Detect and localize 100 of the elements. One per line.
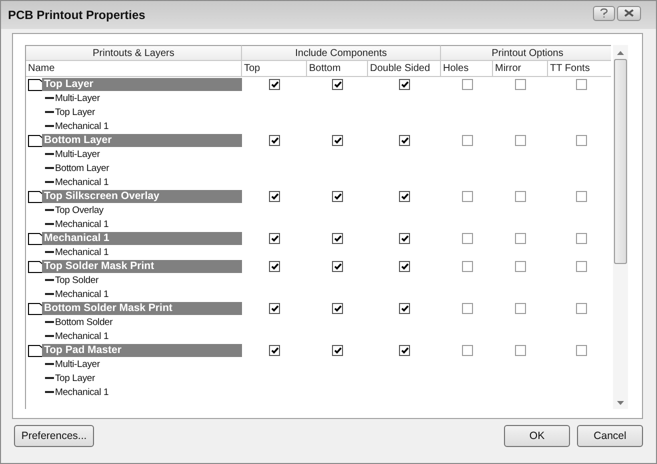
checkbox[interactable] (399, 190, 410, 202)
page-icon (28, 260, 43, 272)
page-icon (28, 302, 43, 314)
checkbox[interactable] (332, 260, 343, 272)
column-header[interactable]: TT Fonts (548, 61, 612, 77)
checkbox[interactable] (462, 260, 472, 272)
dash-icon (45, 321, 54, 323)
checkbox[interactable] (399, 232, 410, 244)
dash-icon (45, 251, 54, 253)
page-icon (28, 344, 43, 356)
checkbox[interactable] (332, 344, 343, 356)
layer-name: Mechanical 1 (55, 218, 109, 230)
column-header[interactable]: Top (242, 61, 307, 77)
checkbox[interactable] (462, 78, 472, 90)
column-header[interactable]: Bottom (307, 61, 368, 77)
layer-name: Bottom Solder (55, 316, 113, 328)
checkbox[interactable] (269, 260, 280, 272)
checkbox[interactable] (576, 78, 587, 90)
checkbox[interactable] (576, 134, 587, 146)
dialog-button[interactable]: Preferences... (14, 425, 94, 447)
checkbox[interactable] (462, 344, 472, 356)
layer-name: Mechanical 1 (55, 386, 109, 398)
column-header[interactable]: Mirror (493, 61, 548, 77)
page-icon (28, 190, 43, 202)
layer-name: Mechanical 1 (55, 176, 109, 188)
checkbox[interactable] (332, 134, 343, 146)
column-header[interactable]: Holes (441, 61, 493, 77)
dash-icon (45, 223, 54, 225)
checkbox[interactable] (269, 78, 280, 90)
dash-icon (45, 377, 54, 379)
printout-name[interactable]: Top Layer (42, 78, 242, 91)
checkbox[interactable] (515, 302, 526, 314)
layer-name: Mechanical 1 (55, 120, 109, 132)
checkbox[interactable] (576, 260, 587, 272)
printout-name[interactable]: Bottom Solder Mask Print (42, 302, 242, 315)
page-icon (28, 78, 43, 90)
close-button[interactable] (617, 6, 641, 20)
column-group-header: Include Components (242, 45, 441, 61)
checkbox[interactable] (332, 78, 343, 90)
printout-name[interactable]: Top Solder Mask Print (42, 260, 242, 273)
layer-name: Top Layer (55, 106, 95, 118)
checkbox[interactable] (269, 344, 280, 356)
layer-name: Top Solder (55, 274, 98, 286)
dialog-button[interactable]: Cancel (577, 425, 643, 447)
column-header[interactable]: Name (26, 61, 242, 77)
checkbox[interactable] (462, 134, 472, 146)
dash-icon (45, 111, 54, 113)
layer-name: Multi-Layer (55, 148, 100, 160)
checkbox[interactable] (399, 78, 410, 90)
window-title: PCB Printout Properties (8, 8, 146, 22)
dash-icon (45, 181, 54, 183)
dash-icon (45, 363, 54, 365)
close-icon (624, 9, 634, 17)
dash-icon (45, 335, 54, 337)
checkbox[interactable] (399, 260, 410, 272)
column-header[interactable]: Double Sided (368, 61, 441, 77)
checkbox[interactable] (332, 232, 343, 244)
checkbox[interactable] (399, 302, 410, 314)
checkbox[interactable] (332, 190, 343, 202)
checkbox[interactable] (515, 260, 526, 272)
checkbox[interactable] (399, 344, 410, 356)
printout-name[interactable]: Top Pad Master (42, 344, 242, 357)
checkbox[interactable] (462, 302, 472, 314)
layer-name: Multi-Layer (55, 92, 100, 104)
layer-name: Mechanical 1 (55, 330, 109, 342)
layer-name: Mechanical 1 (55, 288, 109, 300)
checkbox[interactable] (269, 134, 280, 146)
dash-icon (45, 209, 54, 211)
dash-icon (45, 293, 54, 295)
checkbox[interactable] (515, 190, 526, 202)
scroll-up-icon[interactable] (617, 51, 624, 55)
checkbox[interactable] (576, 302, 587, 314)
dash-icon (45, 153, 54, 155)
checkbox[interactable] (269, 232, 280, 244)
checkbox[interactable] (269, 190, 280, 202)
dash-icon (45, 125, 54, 127)
help-button[interactable] (593, 6, 615, 20)
scrollbar-thumb[interactable] (614, 59, 628, 264)
checkbox[interactable] (515, 134, 526, 146)
checkbox[interactable] (462, 190, 472, 202)
checkbox[interactable] (515, 78, 526, 90)
printout-name[interactable]: Top Silkscreen Overlay (42, 190, 242, 203)
checkbox[interactable] (515, 344, 526, 356)
layer-name: Multi-Layer (55, 358, 100, 370)
checkbox[interactable] (462, 232, 472, 244)
layer-name: Bottom Layer (55, 162, 110, 174)
checkbox[interactable] (576, 232, 587, 244)
checkbox[interactable] (332, 302, 343, 314)
scroll-down-icon[interactable] (617, 401, 624, 405)
scrollbar[interactable] (613, 45, 628, 409)
checkbox[interactable] (515, 232, 526, 244)
printout-name[interactable]: Bottom Layer (42, 134, 242, 147)
checkbox[interactable] (399, 134, 410, 146)
checkbox[interactable] (576, 344, 587, 356)
dialog-button[interactable]: OK (504, 425, 570, 447)
layer-name: Top Layer (55, 372, 95, 384)
printout-name[interactable]: Mechanical 1 (42, 232, 242, 245)
checkbox[interactable] (576, 190, 587, 202)
checkbox[interactable] (269, 302, 280, 314)
dash-icon (45, 391, 54, 393)
